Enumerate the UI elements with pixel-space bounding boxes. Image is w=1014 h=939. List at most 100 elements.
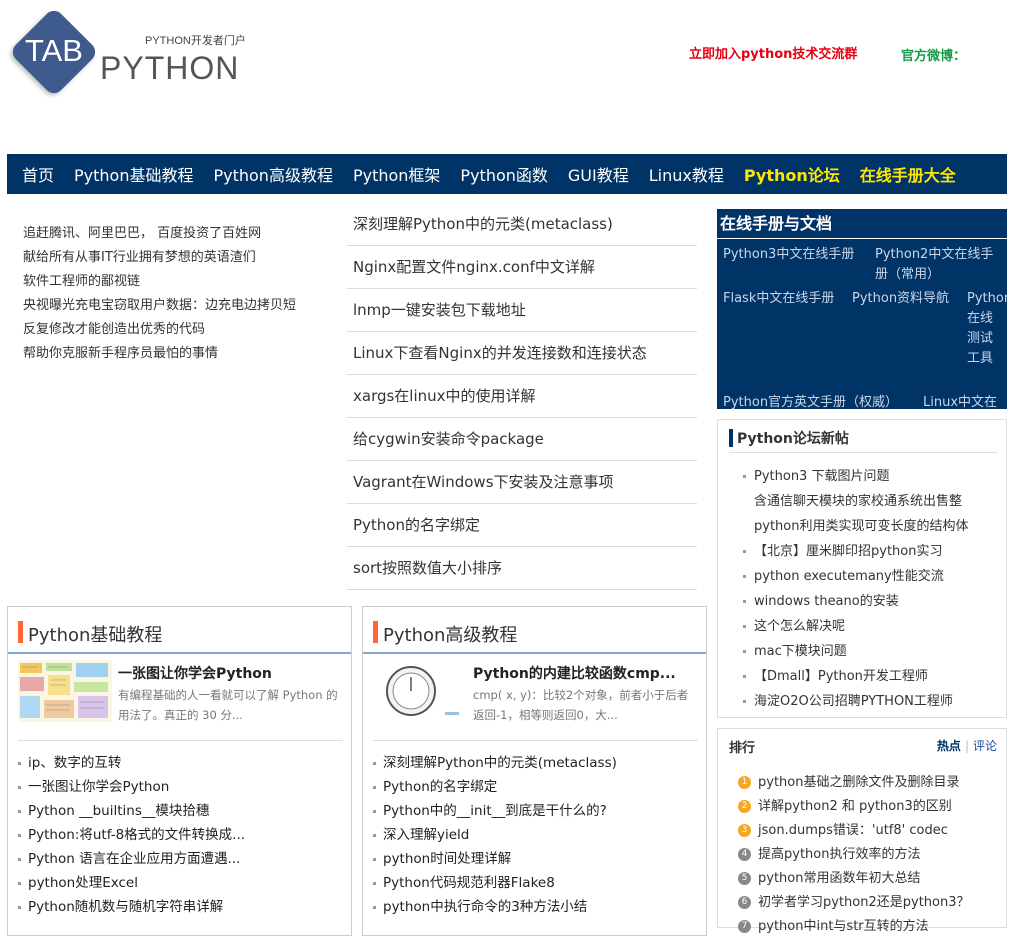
news-item[interactable]: 帮助你克服新手程序员最怕的事情 xyxy=(23,342,333,366)
manual-link-navigation[interactable]: Python资料导航 xyxy=(852,289,964,309)
forum-post-item[interactable]: 海淀O2O公司招聘PYTHON工程师 xyxy=(743,689,968,714)
list-item[interactable]: Python中的__init__到底是干什么的? xyxy=(373,799,617,823)
list-item-title[interactable]: 深刻理解Python中的元类(metaclass) xyxy=(383,755,617,771)
manual-link-official[interactable]: Python官方英文手册（权威） xyxy=(723,393,923,409)
forum-post-title[interactable]: mac下模块问题 xyxy=(754,644,847,659)
list-item-title[interactable]: 一张图让你学会Python xyxy=(28,779,169,795)
list-item[interactable]: ip、数字的互转 xyxy=(18,751,245,775)
forum-post-title[interactable]: 这个怎么解决呢 xyxy=(754,619,845,634)
list-item-title[interactable]: Python:将utf-8格式的文件转换成... xyxy=(28,827,245,843)
list-item-title[interactable]: python时间处理详解 xyxy=(383,851,511,867)
ranking-item-title[interactable]: python基础之删除文件及删除目录 xyxy=(758,775,959,790)
advanced-featured-title[interactable]: Python的内建比较函数cmp... xyxy=(473,663,676,683)
article-item[interactable]: Vagrant在Windows下安装及注意事项 xyxy=(347,461,697,504)
forum-post-item[interactable]: 【Dmall】Python开发工程师 xyxy=(743,664,968,689)
list-item[interactable]: python处理Excel xyxy=(18,871,245,895)
article-item[interactable]: lnmp一键安装包下载地址 xyxy=(347,289,697,332)
article-item[interactable]: 深刻理解Python中的元类(metaclass) xyxy=(347,203,697,246)
list-item-title[interactable]: ip、数字的互转 xyxy=(28,755,121,771)
forum-post-title[interactable]: 【Dmall】Python开发工程师 xyxy=(754,669,928,684)
nav-item-forum[interactable]: Python论坛 xyxy=(744,162,840,186)
dial-thumbnail-icon[interactable] xyxy=(373,660,467,722)
ranking-item[interactable]: 2 详解python2 和 python3的区别 xyxy=(738,795,970,819)
nav-item-linux[interactable]: Linux教程 xyxy=(649,162,724,186)
manual-link-py2[interactable]: Python2中文在线手册（常用） xyxy=(875,245,1003,285)
list-item[interactable]: Python 语言在企业应用方面遭遇... xyxy=(18,847,245,871)
tab-hot[interactable]: 热点 xyxy=(937,739,961,753)
forum-post-title[interactable]: 海淀O2O公司招聘PYTHON工程师 xyxy=(754,694,953,709)
list-item[interactable]: Python代码规范利器Flake8 xyxy=(373,871,617,895)
list-item[interactable]: 一张图让你学会Python xyxy=(18,775,245,799)
list-item[interactable]: 深入理解yield xyxy=(373,823,617,847)
article-item[interactable]: 给cygwin安装命令package xyxy=(347,418,697,461)
site-logo[interactable]: TAB PYTHON开发者门户 PYTHON xyxy=(8,6,254,103)
manual-link-flask[interactable]: Flask中文在线手册 xyxy=(723,289,853,309)
ranking-item-title[interactable]: python常用函数年初大总结 xyxy=(758,871,920,886)
list-item[interactable]: 深刻理解Python中的元类(metaclass) xyxy=(373,751,617,775)
list-item[interactable]: Python:将utf-8格式的文件转换成... xyxy=(18,823,245,847)
list-item[interactable]: Python __builtins__模块拾穗 xyxy=(18,799,245,823)
forum-post-title[interactable]: Python3 下载图片问题 xyxy=(754,469,889,484)
news-item[interactable]: 反复修改才能创造出优秀的代码 xyxy=(23,318,333,342)
list-item-title[interactable]: 深入理解yield xyxy=(383,827,469,843)
ranking-item[interactable]: 3 json.dumps错误：'utf8' codec xyxy=(738,819,970,843)
ranking-item[interactable]: 5 python常用函数年初大总结 xyxy=(738,867,970,891)
forum-post-title[interactable]: python executemany性能交流 xyxy=(754,569,944,584)
list-item[interactable]: Python随机数与随机字符串详解 xyxy=(18,895,245,919)
list-item-title[interactable]: python处理Excel xyxy=(28,875,138,891)
nav-item-gui[interactable]: GUI教程 xyxy=(568,162,629,186)
list-item[interactable]: python时间处理详解 xyxy=(373,847,617,871)
forum-post-item[interactable]: Python3 下载图片问题 xyxy=(743,464,968,489)
nav-item-advanced[interactable]: Python高级教程 xyxy=(213,162,332,186)
manual-link-online-test[interactable]: Python在线测试工具 xyxy=(967,289,1007,369)
list-item[interactable]: Python的名字绑定 xyxy=(373,775,617,799)
forum-post-item[interactable]: 【北京】厘米脚印招python实习 xyxy=(743,539,968,564)
basic-box-title[interactable]: Python基础教程 xyxy=(28,621,162,647)
ranking-item-title[interactable]: 详解python2 和 python3的区别 xyxy=(758,799,952,814)
advanced-box-title[interactable]: Python高级教程 xyxy=(383,621,517,647)
join-group-link[interactable]: 立即加入python技术交流群 xyxy=(689,43,857,62)
nav-item-basic[interactable]: Python基础教程 xyxy=(74,162,193,186)
forum-post-item[interactable]: mac下模块问题 xyxy=(743,639,968,664)
ranking-item[interactable]: 1 python基础之删除文件及删除目录 xyxy=(738,771,970,795)
forum-post-item[interactable]: python利用类实现可变长度的结构体 xyxy=(743,514,968,539)
mindmap-thumbnail-icon[interactable] xyxy=(18,660,112,722)
ranking-item[interactable]: 7 python中int与str互转的方法 xyxy=(738,915,970,939)
ranking-item-title[interactable]: 初学者学习python2还是python3？ xyxy=(758,895,970,910)
ranking-item-title[interactable]: python中int与str互转的方法 xyxy=(758,919,929,934)
weibo-link[interactable]: 官方微博： xyxy=(901,45,966,64)
article-item[interactable]: sort按照数值大小排序 xyxy=(347,547,697,590)
nav-item-manuals[interactable]: 在线手册大全 xyxy=(860,162,956,186)
forum-post-item[interactable]: python executemany性能交流 xyxy=(743,564,968,589)
ranking-item[interactable]: 4 提高python执行效率的方法 xyxy=(738,843,970,867)
forum-post-title[interactable]: python利用类实现可变长度的结构体 xyxy=(754,519,968,534)
news-item[interactable]: 追赶腾讯、阿里巴巴， 百度投资了百姓网 xyxy=(23,222,333,246)
manual-link-py3[interactable]: Python3中文在线手册 xyxy=(723,245,873,265)
article-item[interactable]: Linux下查看Nginx的并发连接数和连接状态 xyxy=(347,332,697,375)
article-item[interactable]: Nginx配置文件nginx.conf中文详解 xyxy=(347,246,697,289)
forum-post-title[interactable]: 含通信聊天模块的家校通系统出售整 xyxy=(754,494,962,509)
nav-item-home[interactable]: 首页 xyxy=(22,162,54,186)
list-item-title[interactable]: Python __builtins__模块拾穗 xyxy=(28,803,209,819)
nav-item-functions[interactable]: Python函数 xyxy=(460,162,547,186)
nav-item-framework[interactable]: Python框架 xyxy=(353,162,440,186)
manual-link-linux[interactable]: Linux中文在线手册 xyxy=(923,393,1007,409)
list-item-title[interactable]: Python的名字绑定 xyxy=(383,779,497,795)
list-item-title[interactable]: Python 语言在企业应用方面遭遇... xyxy=(28,851,240,867)
forum-post-item[interactable]: windows theano的安装 xyxy=(743,589,968,614)
news-item[interactable]: 软件工程师的鄙视链 xyxy=(23,270,333,294)
news-item[interactable]: 央视曝光充电宝窃取用户数据：边充电边拷贝短 xyxy=(23,294,333,318)
ranking-item-title[interactable]: 提高python执行效率的方法 xyxy=(758,847,920,862)
list-item[interactable]: python中执行命令的3种方法小结 xyxy=(373,895,617,919)
article-item[interactable]: Python的名字绑定 xyxy=(347,504,697,547)
news-item[interactable]: 献给所有从事IT行业拥有梦想的英语渣们 xyxy=(23,246,333,270)
forum-post-title[interactable]: 【北京】厘米脚印招python实习 xyxy=(754,544,942,559)
tab-comments[interactable]: 评论 xyxy=(973,739,997,753)
forum-post-title[interactable]: windows theano的安装 xyxy=(754,594,899,609)
basic-featured-title[interactable]: 一张图让你学会Python xyxy=(118,663,272,683)
ranking-item-title[interactable]: json.dumps错误：'utf8' codec xyxy=(758,823,948,838)
list-item-title[interactable]: python中执行命令的3种方法小结 xyxy=(383,899,587,915)
list-item-title[interactable]: Python中的__init__到底是干什么的? xyxy=(383,803,607,819)
forum-post-item[interactable]: 这个怎么解决呢 xyxy=(743,614,968,639)
forum-post-item[interactable]: 含通信聊天模块的家校通系统出售整 xyxy=(743,489,968,514)
